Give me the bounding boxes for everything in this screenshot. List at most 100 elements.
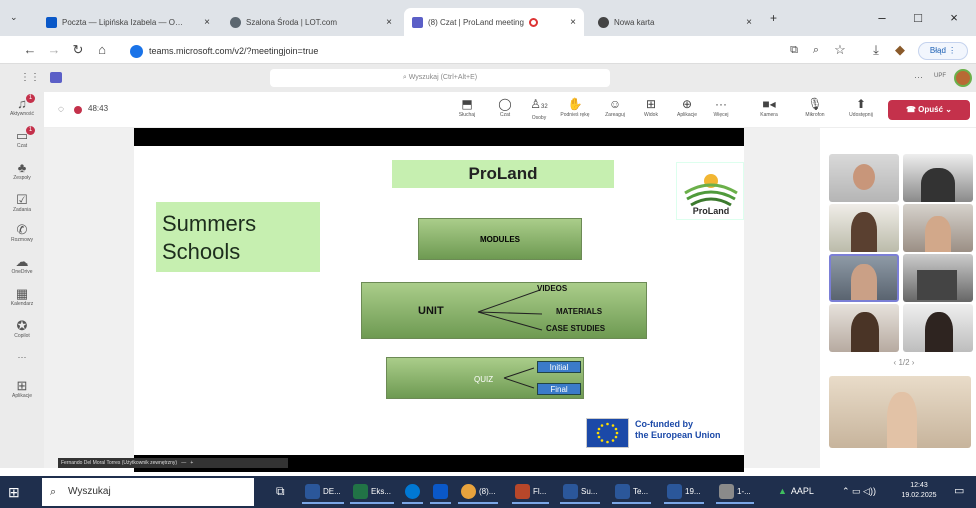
leave-button[interactable]: ☎ Opuść ⌄ (888, 100, 970, 120)
participant-pager[interactable]: ‹ 1/2 › (884, 358, 924, 367)
taskbar-app[interactable]: 19... (664, 480, 704, 504)
camera-icon: ■◂ (762, 97, 776, 111)
maximize-button[interactable]: □ (900, 8, 936, 28)
rail-item-onedrive[interactable]: ☁ OneDrive (0, 254, 44, 275)
participant-tile[interactable] (829, 204, 899, 252)
home-icon[interactable]: ⌂ (92, 41, 112, 59)
participant-tile[interactable] (829, 154, 899, 202)
taskbar-clock[interactable]: 12:43 19.02.2025 (898, 481, 940, 501)
user-avatar[interactable] (954, 69, 972, 87)
tab-lot[interactable]: Szalona Środa | LOT.com × (222, 8, 400, 36)
url-field[interactable]: teams.microsoft.com/v2/?meetingjoin=true (130, 41, 770, 61)
taskbar-app[interactable]: Eks... (350, 480, 395, 504)
back-arrow-icon[interactable]: ← (20, 41, 40, 59)
unit-label: UNIT (418, 305, 444, 317)
minimize-button[interactable]: – (864, 8, 900, 28)
summer-schools-box: Summers Schools (156, 202, 320, 272)
stock-widget[interactable]: ▲ AAPL (778, 486, 814, 496)
app-grid-icon[interactable]: ⋮⋮ (20, 72, 40, 83)
tool-label: Więcej (713, 112, 729, 118)
taskbar-app[interactable] (430, 480, 451, 504)
tab-teams[interactable]: (8) Czat | ProLand meeting × (404, 8, 584, 36)
clock-date: 19.02.2025 (901, 492, 937, 499)
rail-item-calls[interactable]: ✆ Rozmowy (0, 222, 44, 243)
close-icon[interactable]: × (746, 17, 752, 28)
forward-arrow-icon[interactable]: → (44, 41, 64, 59)
meeting-timer: 48:43 (88, 104, 109, 113)
app-label: Eks... (371, 486, 392, 496)
tab-list-chevron-icon[interactable]: ⌄ (10, 12, 18, 23)
share-button[interactable]: ⬒ Słuchaj (450, 96, 484, 118)
participant-tile-active[interactable] (829, 254, 899, 302)
react-button[interactable]: ☺ Zareaguj (598, 96, 632, 118)
close-icon[interactable]: × (204, 17, 210, 28)
extension-icon[interactable]: ◆ (890, 41, 910, 59)
raise-hand-button[interactable]: ✋ Podnieś rękę (558, 96, 592, 118)
rail-item-activity[interactable]: 1 ♫ Aktywność (0, 94, 44, 117)
camera-button[interactable]: ■◂ Kamera (752, 96, 786, 118)
share-screen-icon: ⬆ (855, 97, 867, 111)
more-button[interactable]: ··· Więcej (704, 96, 738, 118)
rail-item-tasks[interactable]: ☑ Zadania (0, 192, 44, 213)
site-info-icon[interactable] (130, 44, 143, 58)
taskbar-app[interactable]: 1-... (716, 480, 754, 504)
taskbar-app[interactable]: Su... (560, 480, 601, 504)
word-icon (667, 483, 682, 499)
view-button[interactable]: ⊞ Widok (634, 96, 668, 118)
tool-label: Mikrofon (805, 112, 825, 118)
participant-tile[interactable] (903, 204, 973, 252)
people-button[interactable]: ♙32 Osoby (522, 96, 556, 121)
taskbar-app[interactable]: (8)... (458, 480, 499, 504)
taskbar-app[interactable]: Fl... (512, 480, 550, 504)
share-screen-button[interactable]: ⬆ Udostępnij (844, 96, 878, 118)
windows-start-icon[interactable]: ⊞ (8, 484, 24, 500)
tray-icons[interactable]: ⌃ ▭ ◁)) (842, 486, 876, 497)
participant-tile[interactable] (829, 304, 899, 352)
taskbar-app[interactable]: DE... (302, 480, 344, 504)
rail-item-chat[interactable]: 1 ▭ Czat (0, 126, 44, 149)
self-view-tile[interactable] (829, 376, 971, 448)
rail-label: Rozmowy (11, 237, 33, 243)
error-button[interactable]: Błąd ⋮ (918, 42, 968, 60)
tab-label: Nowa karta (614, 17, 655, 27)
rail-item-apps[interactable]: ⊞ Aplikacje (0, 378, 44, 399)
tool-label: Aplikacje (676, 112, 697, 118)
rail-item-calendar[interactable]: ▦ Kalendarz (0, 286, 44, 307)
rail-item-copilot[interactable]: ✪ Copilot (0, 318, 44, 339)
rail-more[interactable]: ··· (0, 352, 44, 362)
mic-button[interactable]: 🎙 Mikrofon (798, 96, 832, 118)
more-options-icon[interactable]: ··· (914, 72, 923, 82)
quiz-item-initial: Initial (537, 361, 581, 373)
window-close-button[interactable]: × (936, 8, 972, 28)
outlook-icon (433, 483, 448, 499)
quiz-item-final: Final (537, 383, 581, 395)
notification-icon[interactable]: ▭ (954, 484, 964, 497)
taskbar-app[interactable]: Te... (612, 480, 652, 504)
participant-tile[interactable] (903, 154, 973, 202)
tab-new[interactable]: Nowa karta × (590, 8, 760, 36)
shield-icon: ◌ (58, 104, 64, 115)
taskbar-app[interactable] (402, 480, 423, 504)
chat-icon: ◯ (498, 97, 512, 111)
task-view-icon[interactable]: ⧉ (276, 484, 285, 499)
new-tab-button[interactable]: + (770, 11, 777, 25)
close-icon[interactable]: × (386, 17, 392, 28)
participant-tile[interactable] (903, 304, 973, 352)
download-icon[interactable]: ⤓ (866, 41, 886, 59)
tab-mail[interactable]: Poczta — Lipińska Izabela — O… × (38, 8, 218, 36)
chrome-icon (461, 483, 476, 499)
install-app-icon[interactable]: ⧉ (784, 41, 804, 59)
teams-search-input[interactable]: ⌕ Wyszukaj (Ctrl+Alt+E) (270, 69, 610, 87)
copilot-icon: ✪ (16, 318, 28, 333)
unit-item-case-studies: CASE STUDIES (546, 324, 606, 333)
taskbar-search[interactable]: ⌕ Wyszukaj (42, 478, 254, 506)
close-icon[interactable]: × (570, 17, 576, 28)
bookmark-star-icon[interactable]: ☆ (830, 41, 850, 59)
reload-icon[interactable]: ↻ (68, 41, 88, 59)
participant-tile[interactable] (903, 254, 973, 302)
zoom-icon[interactable]: ⌕ (806, 41, 826, 59)
rail-item-teams[interactable]: ♣ Zespoły (0, 160, 44, 181)
apps-button[interactable]: ⊕ Aplikacje (670, 96, 704, 118)
chat-button[interactable]: ◯ Czat (488, 96, 522, 118)
share-icon: ⬒ (461, 97, 473, 111)
